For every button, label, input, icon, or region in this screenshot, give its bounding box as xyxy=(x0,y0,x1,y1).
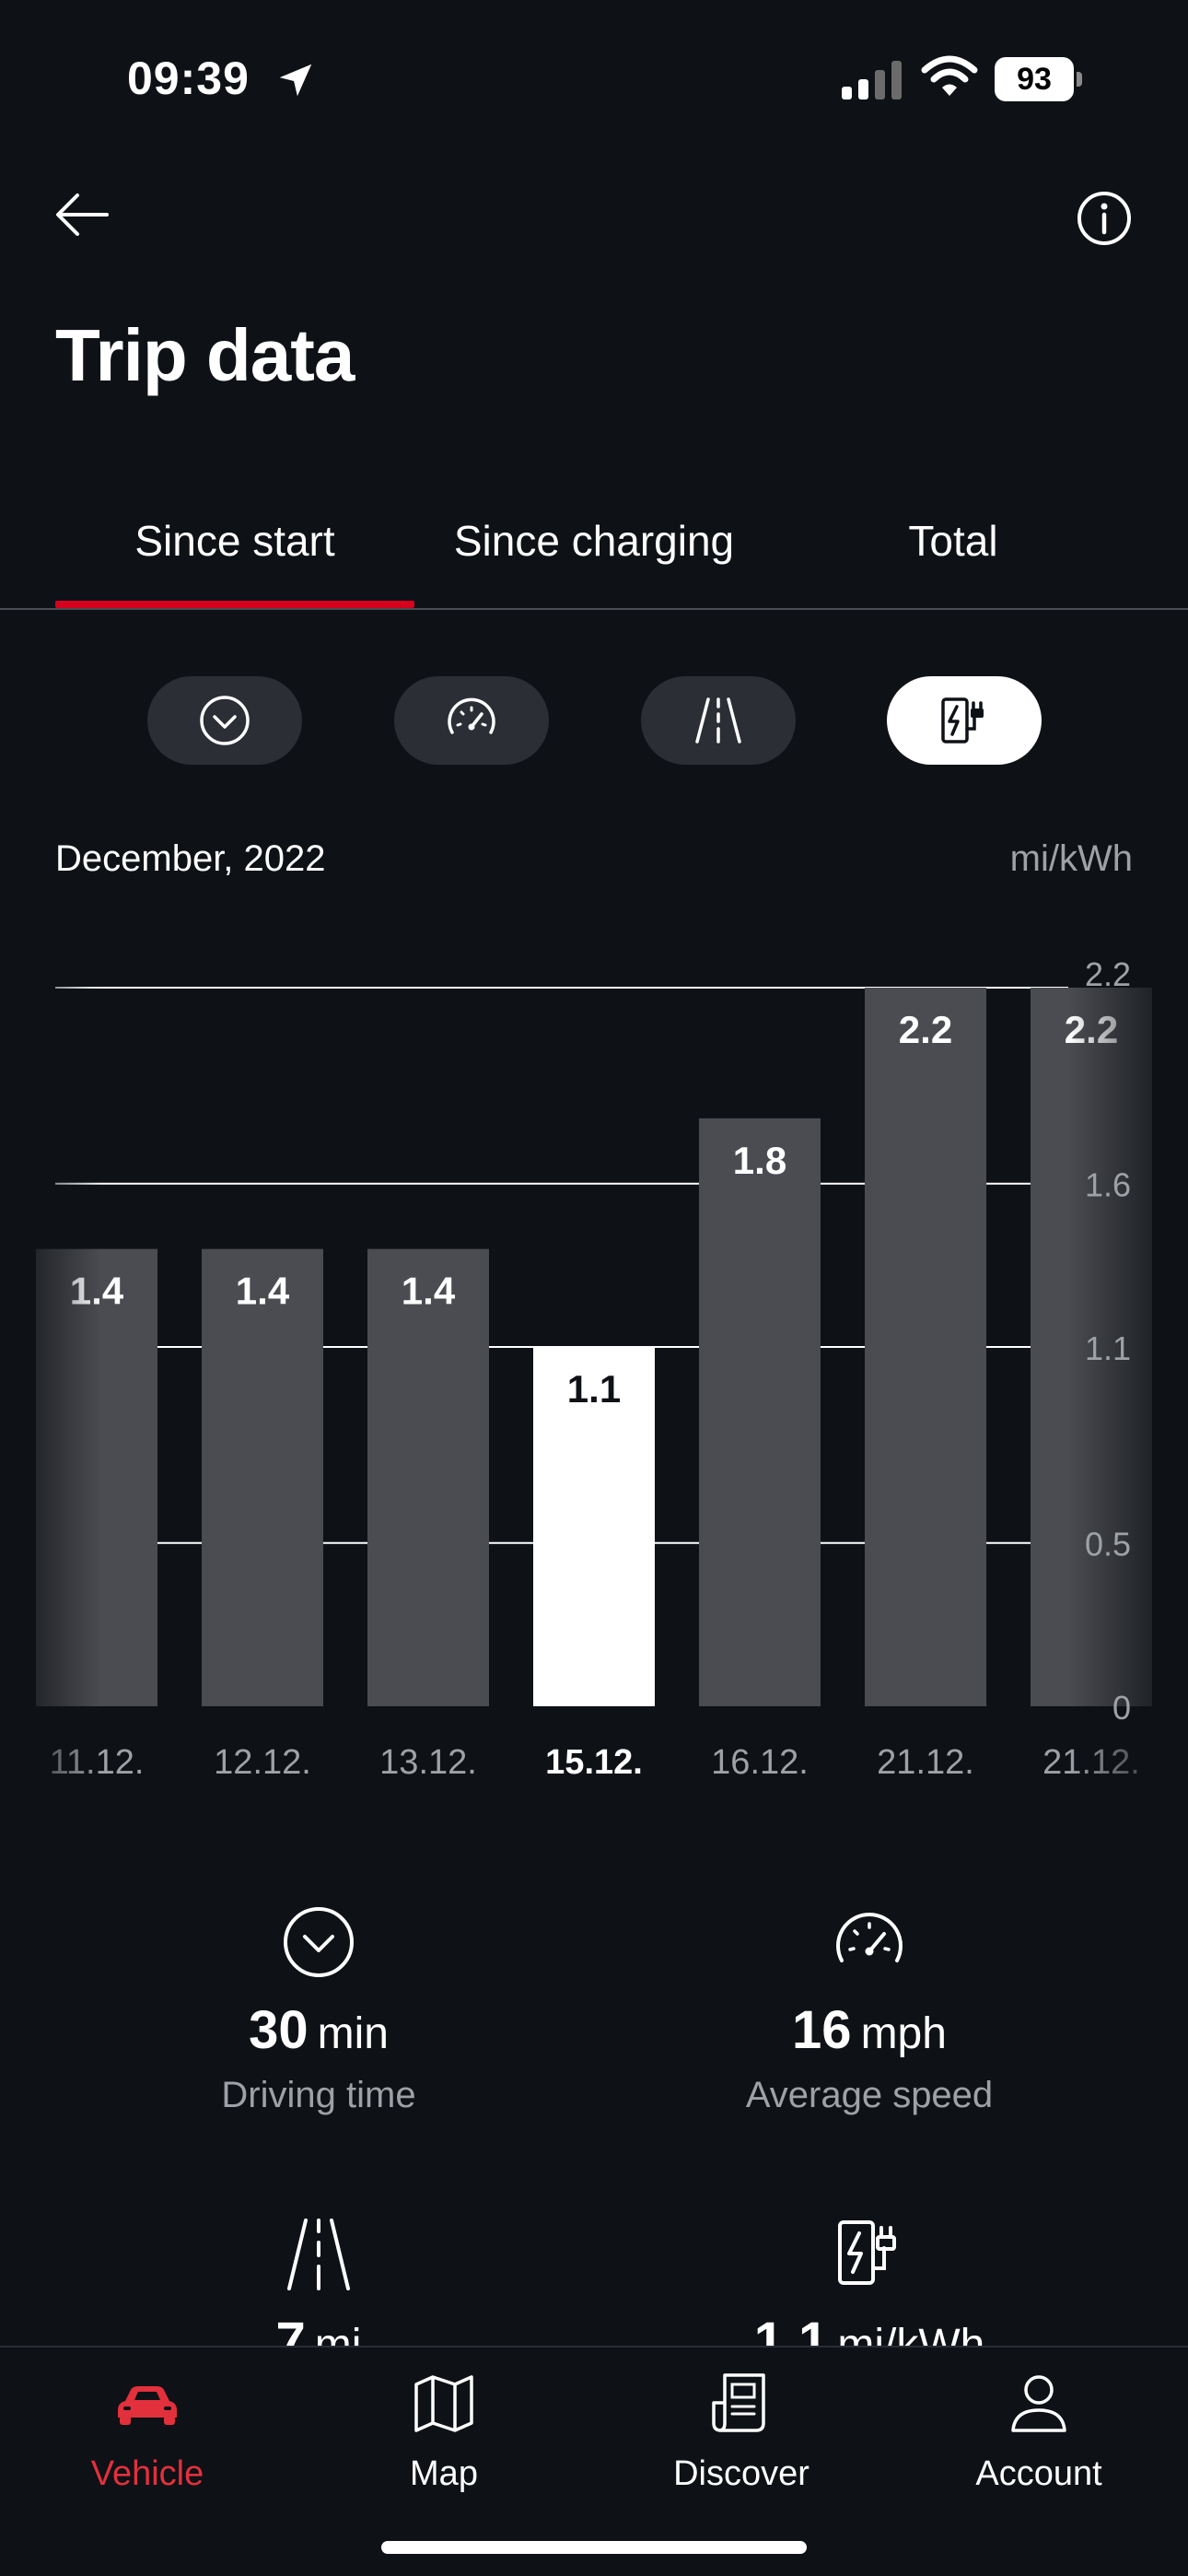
driving-time-value: 30 xyxy=(249,2000,309,2060)
battery-tip xyxy=(1077,72,1082,87)
status-time: 09:39 xyxy=(127,53,250,104)
bar-value-label: 2.2 xyxy=(899,1008,952,1051)
back-arrow-icon[interactable] xyxy=(52,184,112,245)
account-icon xyxy=(1011,2375,1066,2432)
stat-driving-time: 30 min Driving time xyxy=(42,1903,595,2116)
nav-discover-label: Discover xyxy=(673,2454,809,2493)
filter-driving-time-button[interactable] xyxy=(147,676,302,765)
location-arrow-icon xyxy=(279,64,312,97)
x-category-label: 13.12. xyxy=(379,1743,477,1782)
y-tick-label: 1.6 xyxy=(1085,1166,1131,1204)
nav-discover[interactable]: Discover xyxy=(594,2366,889,2494)
speedometer-icon xyxy=(448,697,495,734)
battery-level: 93 xyxy=(995,57,1074,101)
map-icon xyxy=(414,2375,473,2432)
consumption-bar-chart[interactable]: 1.411.12.1.412.12.1.413.12.1.115.12.1.81… xyxy=(0,921,1188,1806)
info-icon[interactable] xyxy=(1076,190,1133,247)
tab-since-charging[interactable]: Since charging xyxy=(414,516,774,566)
x-category-label: 21.12. xyxy=(877,1743,974,1782)
status-bar: 09:39 93 xyxy=(0,0,1188,157)
active-tab-indicator xyxy=(55,601,414,608)
stat-average-speed: 16 mph Average speed xyxy=(593,1903,1146,2116)
y-tick-label: 1.1 xyxy=(1085,1329,1131,1367)
trip-tabs: Since start Since charging Total xyxy=(0,498,1188,610)
nav-account[interactable]: Account xyxy=(891,2366,1186,2494)
average-speed-label: Average speed xyxy=(745,2075,994,2115)
page-title: Trip data xyxy=(55,314,355,396)
driving-time-icon xyxy=(284,1907,354,1977)
nav-vehicle[interactable]: Vehicle xyxy=(0,2366,295,2494)
driving-time-unit: min xyxy=(317,2009,389,2058)
y-tick-label: 0 xyxy=(1112,1689,1131,1727)
cellular-signal-icon xyxy=(842,61,902,100)
bar-value-label: 1.4 xyxy=(402,1270,456,1313)
speedometer-icon xyxy=(836,1913,903,1962)
filter-speed-button[interactable] xyxy=(394,676,549,765)
chart-bar[interactable] xyxy=(699,1118,821,1706)
bar-value-label: 1.4 xyxy=(236,1270,290,1313)
nav-account-label: Account xyxy=(975,2454,1102,2493)
home-indicator xyxy=(381,2541,807,2554)
tab-since-start[interactable]: Since start xyxy=(55,516,414,566)
driving-time-label: Driving time xyxy=(221,2075,416,2115)
bar-value-label: 1.8 xyxy=(733,1139,786,1182)
chart-unit-label: mi/kWh xyxy=(1009,838,1133,879)
discover-icon xyxy=(712,2373,765,2432)
charging-consumption-icon xyxy=(838,2220,896,2285)
y-tick-label: 0.5 xyxy=(1085,1526,1131,1563)
wifi-icon xyxy=(921,55,978,96)
chart-right-fade xyxy=(1068,949,1188,1806)
filter-distance-button[interactable] xyxy=(641,676,796,765)
nav-vehicle-label: Vehicle xyxy=(90,2454,204,2493)
chart-bar[interactable] xyxy=(202,1248,323,1706)
charging-consumption-icon xyxy=(941,697,984,744)
road-distance-icon xyxy=(287,2219,350,2290)
chart-bar[interactable] xyxy=(367,1248,489,1706)
battery-indicator: 93 xyxy=(995,57,1083,101)
bar-value-label: 1.1 xyxy=(567,1367,621,1411)
nav-map-label: Map xyxy=(410,2454,478,2493)
chart-bar[interactable] xyxy=(865,988,986,1706)
x-category-label: 15.12. xyxy=(545,1743,643,1782)
average-speed-value: 16 xyxy=(792,2000,852,2060)
chart-month-label: December, 2022 xyxy=(55,838,326,879)
average-speed-unit: mph xyxy=(860,2009,947,2058)
nav-map[interactable]: Map xyxy=(297,2366,591,2494)
filter-consumption-button[interactable] xyxy=(887,676,1042,765)
chart-left-fade xyxy=(0,949,101,1806)
driving-time-icon xyxy=(200,696,250,745)
x-category-label: 16.12. xyxy=(711,1743,809,1782)
tab-total[interactable]: Total xyxy=(774,516,1133,566)
car-icon xyxy=(118,2386,177,2425)
road-distance-icon xyxy=(695,697,741,744)
y-tick-label: 2.2 xyxy=(1085,955,1131,993)
x-category-label: 12.12. xyxy=(214,1743,311,1782)
